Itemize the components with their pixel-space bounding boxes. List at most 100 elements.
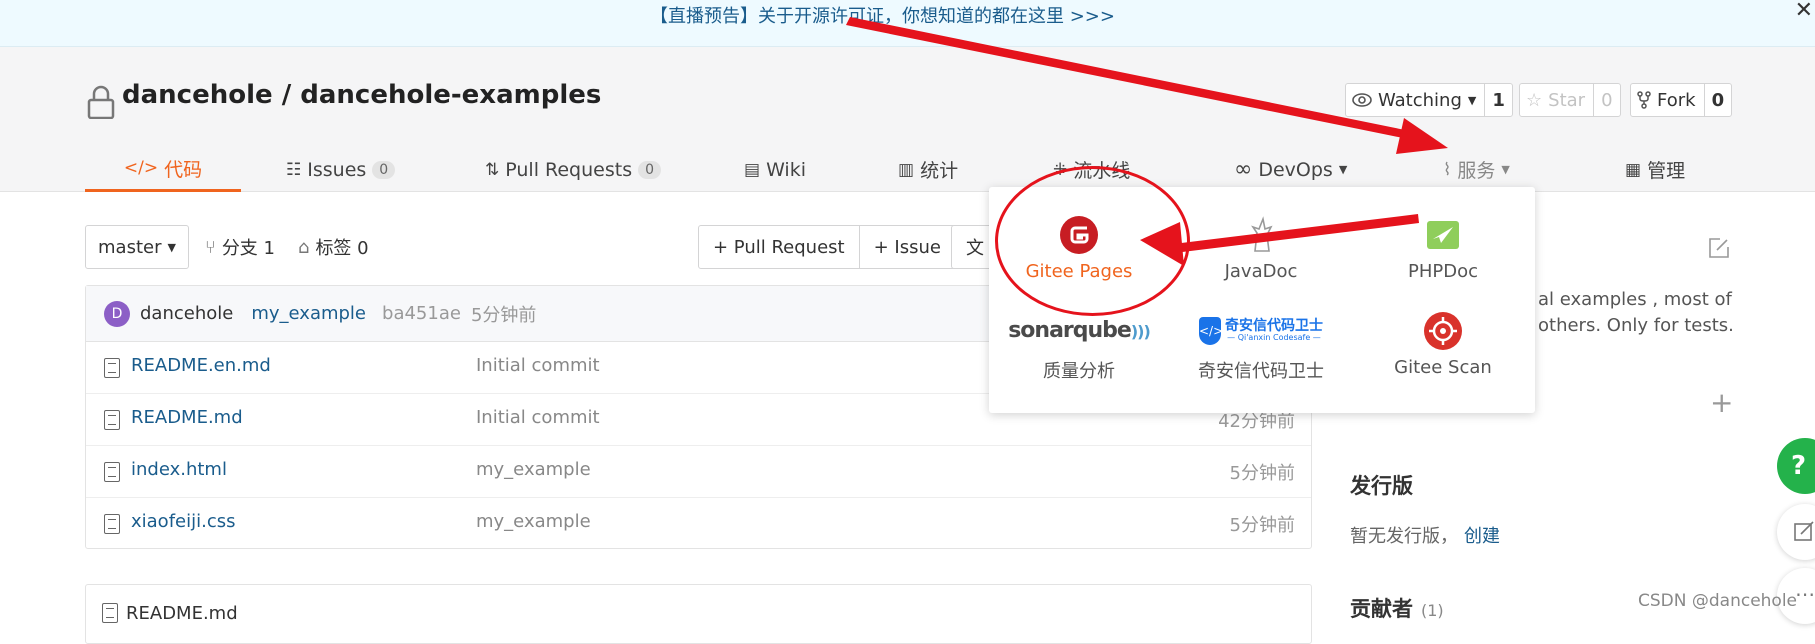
qianxin-logo-text: 奇安信代码卫士	[1225, 317, 1323, 334]
announcement-banner: 【直播预告】关于开源许可证，你想知道的都在这里 >>> ✕	[0, 0, 1815, 47]
file-name[interactable]: README.en.md	[131, 355, 271, 376]
tab-issues[interactable]: ☷ Issues 0	[286, 147, 396, 192]
watch-button[interactable]: Watching ▼ 1	[1345, 83, 1513, 117]
annotation-circle	[995, 166, 1190, 316]
file-icon	[104, 410, 120, 430]
new-pull-request-button[interactable]: + Pull Request	[698, 225, 860, 269]
file-commit-message[interactable]: Initial commit	[476, 407, 600, 428]
pull-request-icon: ⇅	[485, 159, 500, 180]
contributors-title: 贡献者 (1)	[1350, 593, 1444, 623]
tab-stats-label: 统计	[920, 160, 959, 182]
tab-stats[interactable]: ▥ 统计	[898, 147, 958, 192]
new-issue-button[interactable]: + Issue	[859, 225, 956, 269]
edit-icon[interactable]	[1708, 237, 1730, 259]
eye-icon	[1352, 93, 1372, 107]
tags-count: 标签 0	[315, 238, 369, 259]
shield-icon: </>	[1199, 317, 1223, 345]
plus-icon[interactable]: +	[1710, 386, 1733, 419]
file-icon	[104, 358, 120, 378]
phpdoc-icon	[1427, 221, 1459, 249]
repo-separator: /	[272, 80, 301, 110]
help-button[interactable]: ?	[1777, 438, 1815, 494]
fork-button[interactable]: Fork 0	[1630, 83, 1733, 117]
lock-icon	[87, 85, 115, 119]
service-label: 奇安信代码卫士	[1198, 361, 1324, 382]
gitee-scan-icon	[1424, 312, 1462, 350]
tags-link[interactable]: ⌂ 标签 0	[298, 225, 369, 269]
star-icon: ☆	[1526, 89, 1543, 111]
service-sonarqube[interactable]: sonarqube))) 质量分析	[989, 311, 1169, 383]
service-qianxin[interactable]: </> 奇安信代码卫士 — Qi'anxin Codesafe — 奇安信代码卫…	[1171, 311, 1351, 383]
tab-issues-label: Issues	[307, 158, 367, 181]
pulls-count-badge: 0	[638, 160, 662, 179]
tab-pulls-label: Pull Requests	[505, 158, 633, 181]
javadoc-icon	[1251, 216, 1273, 252]
book-icon: ▤	[744, 159, 761, 180]
file-icon	[102, 603, 118, 623]
file-name[interactable]: index.html	[131, 459, 227, 480]
service-label: 质量分析	[1043, 361, 1115, 382]
tab-services-label: 服务	[1457, 160, 1496, 182]
service-javadoc[interactable]: JavaDoc	[1171, 215, 1351, 282]
announcement-link[interactable]: 【直播预告】关于开源许可证，你想知道的都在这里 >>>	[650, 2, 1115, 28]
tab-wiki[interactable]: ▤ Wiki	[744, 147, 806, 192]
file-icon	[104, 462, 120, 482]
bar-chart-icon: ▥	[898, 159, 915, 180]
table-row[interactable]: xiaofeiji.css my_example 5分钟前	[86, 498, 1311, 550]
file-commit-message[interactable]: Initial commit	[476, 355, 600, 376]
repo-header: dancehole / dancehole-examples Watching …	[0, 47, 1815, 192]
repo-description-line1: al examples , most of	[1538, 289, 1732, 310]
issues-count-badge: 0	[372, 160, 396, 179]
repo-description-line2: others. Only for tests.	[1538, 315, 1734, 336]
star-count[interactable]: 0	[1593, 84, 1619, 116]
tab-code[interactable]: </> 代码	[85, 147, 241, 192]
tab-manage[interactable]: ▦ 管理	[1625, 147, 1685, 192]
sonarqube-logo-text: sonarqube	[1008, 318, 1132, 343]
repo-name-link[interactable]: dancehole-examples	[300, 80, 601, 110]
commit-time: 5分钟前	[470, 304, 537, 326]
watch-count[interactable]: 1	[1484, 84, 1512, 116]
avatar[interactable]: D	[104, 300, 130, 327]
file-name[interactable]: README.md	[131, 407, 243, 428]
file-commit-message[interactable]: my_example	[476, 459, 591, 480]
service-label: Gitee Scan	[1394, 357, 1492, 378]
close-icon[interactable]: ✕	[1795, 0, 1813, 23]
file-name[interactable]: xiaofeiji.css	[131, 511, 235, 532]
create-release-link[interactable]: 创建	[1464, 526, 1500, 547]
branches-link[interactable]: ⑂ 分支 1	[205, 225, 275, 269]
commit-sha[interactable]: ba451ae	[382, 303, 461, 324]
commit-message[interactable]: my_example	[251, 303, 366, 324]
service-gitee-scan[interactable]: Gitee Scan	[1353, 311, 1533, 378]
watermark: CSDN @dancehole	[1638, 591, 1798, 611]
commit-author[interactable]: dancehole	[140, 303, 233, 324]
fork-count[interactable]: 0	[1703, 84, 1732, 116]
releases-empty-text: 暂无发行版，	[1350, 526, 1458, 547]
qianxin-logo-subtext: — Qi'anxin Codesafe —	[1227, 333, 1321, 343]
file-commit-message[interactable]: my_example	[476, 511, 591, 532]
readme-title: README.md	[126, 603, 238, 624]
caret-down-icon: ▼	[1338, 163, 1348, 176]
repo-owner-link[interactable]: dancehole	[122, 80, 273, 110]
issues-icon: ☷	[286, 159, 302, 180]
sonarqube-wave-icon: )))	[1130, 322, 1151, 341]
caret-down-icon: ▼	[167, 240, 176, 254]
qianxin-logo: </> 奇安信代码卫士 — Qi'anxin Codesafe —	[1171, 311, 1351, 351]
service-label: JavaDoc	[1224, 261, 1298, 282]
fork-label: Fork	[1657, 89, 1696, 111]
table-row[interactable]: index.html my_example 5分钟前	[86, 446, 1311, 498]
edit-icon	[1794, 521, 1814, 541]
tab-services[interactable]: ⌇ 服务 ▼	[1443, 147, 1510, 192]
contributors-title-text: 贡献者	[1350, 597, 1413, 621]
caret-down-icon: ▼	[1467, 93, 1477, 107]
tab-pull-requests[interactable]: ⇅ Pull Requests 0	[485, 147, 662, 192]
branch-select[interactable]: master ▼	[85, 225, 189, 269]
repo-title: dancehole / dancehole-examples	[122, 80, 601, 110]
star-button[interactable]: ☆ Star 0	[1519, 83, 1621, 117]
tab-wiki-label: Wiki	[766, 158, 806, 181]
tab-devops[interactable]: ∞ DevOps ▼	[1234, 147, 1347, 192]
tab-devops-label: DevOps	[1258, 158, 1333, 181]
branch-select-label: master	[98, 236, 162, 258]
settings-doc-icon: ▦	[1625, 159, 1642, 180]
service-phpdoc[interactable]: PHPDoc	[1353, 215, 1533, 282]
feedback-button[interactable]	[1777, 504, 1815, 560]
